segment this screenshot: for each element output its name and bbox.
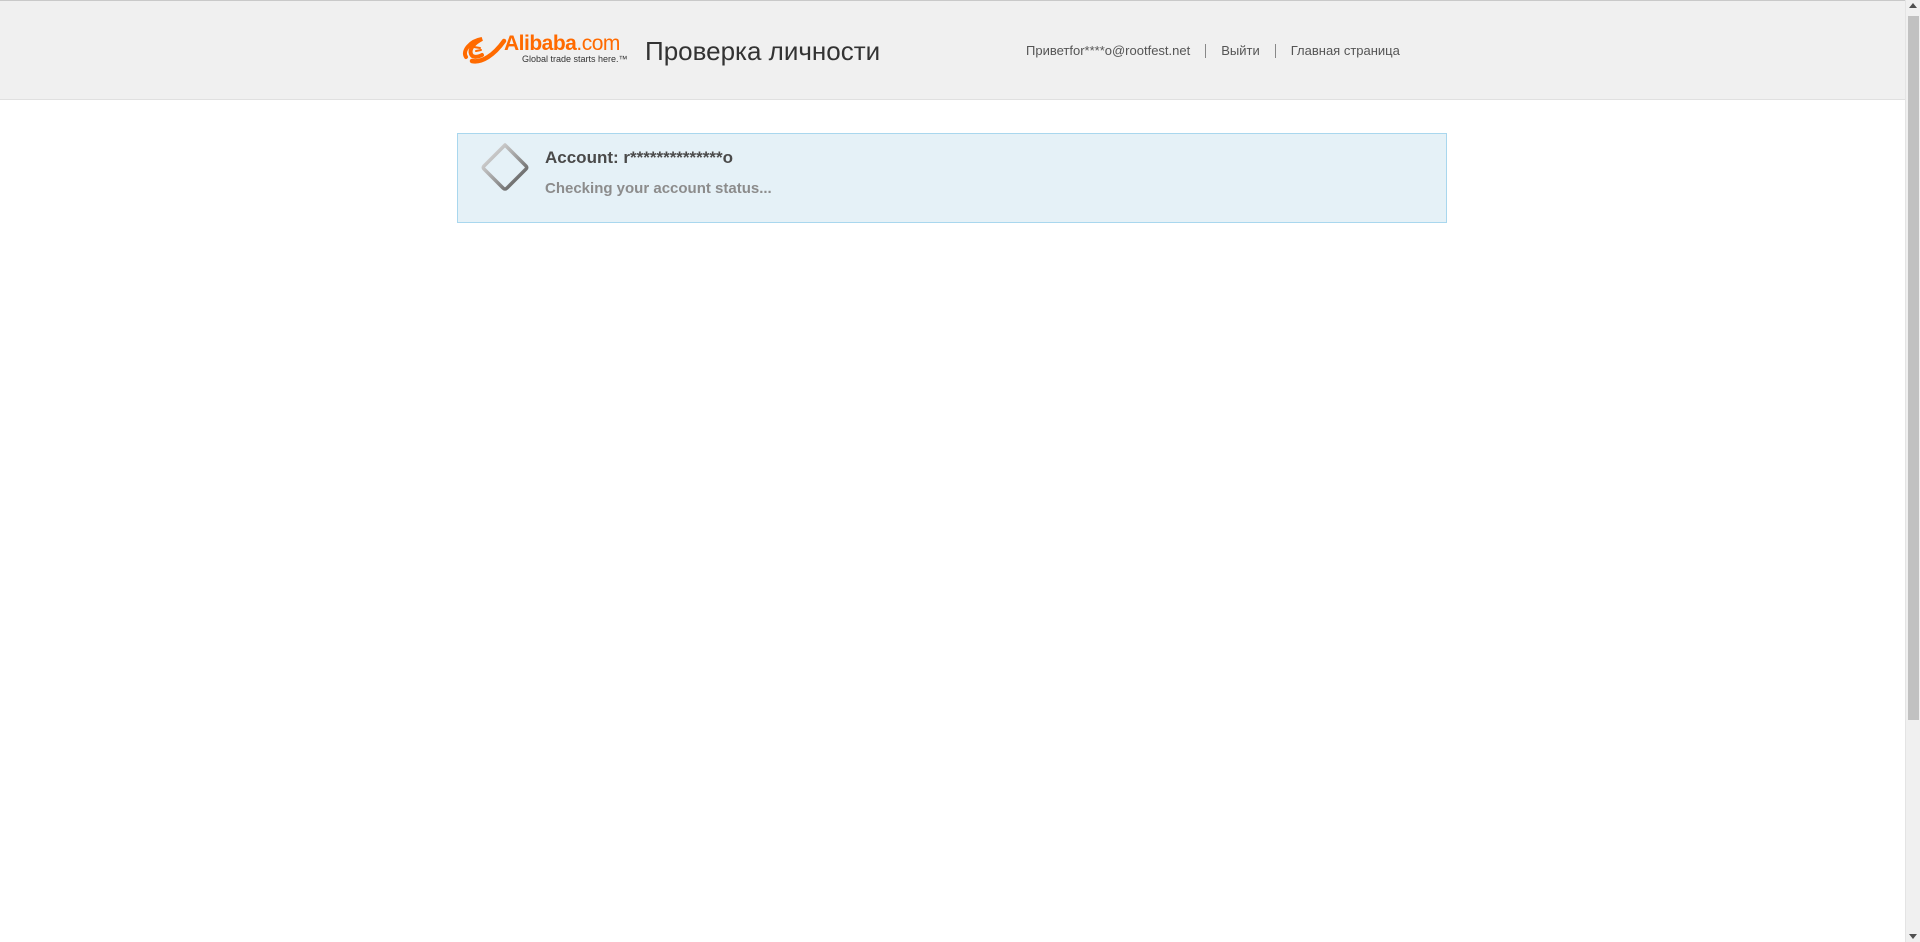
scroll-down-arrow-icon[interactable]: [1909, 934, 1917, 939]
logout-link[interactable]: Выйти: [1221, 43, 1260, 58]
top-nav: Приветfor****o@rootfest.net Выйти Главна…: [1026, 43, 1400, 58]
alibaba-smile-icon: [463, 37, 507, 64]
account-label: Account: r**************o: [545, 148, 734, 167]
page: Alibaba.com Global trade starts here.™ П…: [0, 0, 1920, 942]
nav-divider: [1205, 43, 1207, 58]
page-title: Проверка личности: [645, 36, 881, 66]
alibaba-logo[interactable]: Alibaba.com Global trade starts here.™: [460, 33, 632, 69]
status-message: Checking your account status...: [545, 180, 772, 197]
vertical-scrollbar[interactable]: [1905, 0, 1920, 942]
account-status-box: Account: r**************o Checking your …: [457, 133, 1447, 223]
header: Alibaba.com Global trade starts here.™ П…: [0, 0, 1905, 100]
home-link[interactable]: Главная страница: [1291, 43, 1400, 58]
loading-spinner-icon: [481, 143, 529, 191]
logo-wordmark: Alibaba.com: [504, 32, 620, 55]
scrollbar-thumb[interactable]: [1908, 16, 1919, 720]
user-greeting-link[interactable]: Приветfor****o@rootfest.net: [1026, 43, 1190, 58]
nav-divider: [1274, 43, 1276, 58]
scroll-up-arrow-icon[interactable]: [1909, 3, 1917, 8]
logo-tagline: Global trade starts here.™: [522, 54, 628, 64]
